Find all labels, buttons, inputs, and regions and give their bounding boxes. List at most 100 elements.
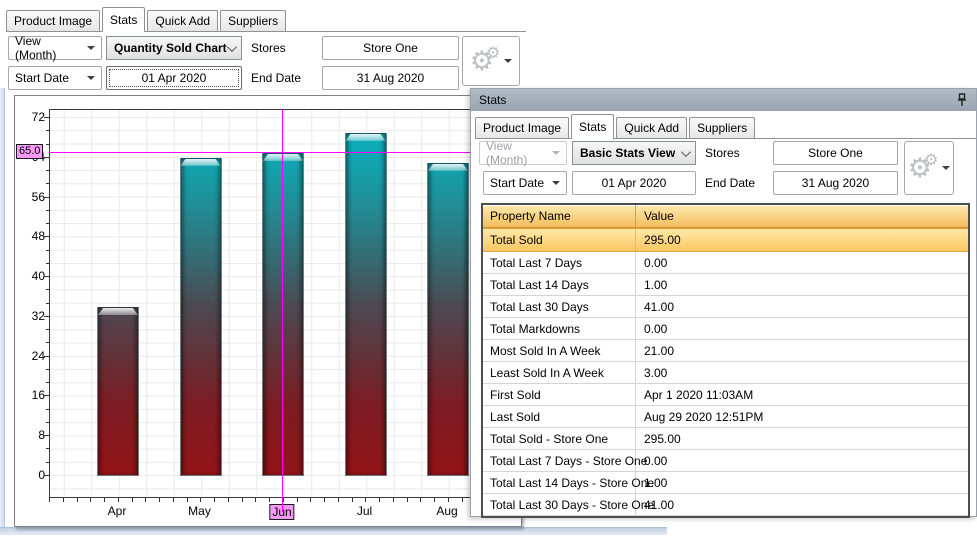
bar-jul[interactable]: [345, 133, 387, 476]
y-axis-minor-tick: [46, 250, 49, 251]
tab-label: Quick Add: [155, 14, 210, 28]
end-date-label: End Date: [251, 66, 301, 90]
tab-product-image[interactable]: Product Image: [475, 117, 569, 138]
x-axis-tick: [159, 498, 160, 502]
chart-plot-area[interactable]: [49, 109, 506, 498]
table-row[interactable]: First SoldApr 1 2020 11:03AM: [483, 384, 968, 406]
x-axis-tick: [365, 498, 366, 502]
bar-may[interactable]: [180, 158, 222, 476]
y-axis-label: 56: [15, 190, 45, 204]
table-row[interactable]: Total Last 30 Days - Store One41.00: [483, 494, 968, 516]
store-one-button[interactable]: Store One: [773, 141, 898, 165]
end-date-button[interactable]: 31 Aug 2020: [322, 66, 459, 90]
store-one-button[interactable]: Store One: [322, 36, 459, 60]
dropdown-arrow-icon: [552, 181, 560, 185]
main-tab-strip: Product Image Stats Quick Add Suppliers: [6, 6, 526, 32]
x-axis-label-apr: Apr: [108, 504, 127, 518]
x-axis-tick: [448, 498, 449, 502]
table-row[interactable]: Total Last 7 Days - Store One0.00: [483, 450, 968, 472]
table-row[interactable]: Last SoldAug 29 2020 12:51PM: [483, 406, 968, 428]
table-row[interactable]: Total Sold295.00: [483, 228, 968, 252]
column-header-value[interactable]: Value: [636, 205, 968, 227]
y-axis-minor-tick: [46, 448, 49, 449]
y-axis-minor-tick: [46, 329, 49, 330]
y-axis-minor-tick: [46, 210, 49, 211]
property-name-cell: Last Sold: [483, 406, 636, 427]
value-cell: 0.00: [636, 252, 968, 273]
property-name-cell: Total Last 7 Days: [483, 252, 636, 273]
stats-table-header[interactable]: Property Name Value: [483, 205, 968, 228]
y-axis-minor-tick: [46, 263, 49, 264]
table-row[interactable]: Total Sold - Store One295.00: [483, 428, 968, 450]
table-row[interactable]: Total Last 14 Days - Store One1.00: [483, 472, 968, 494]
bar-apr[interactable]: [97, 307, 139, 476]
tab-label: Suppliers: [697, 121, 747, 135]
y-axis-label: 0: [15, 468, 45, 482]
value-cell: 1.00: [636, 472, 968, 493]
table-row[interactable]: Most Sold In A Week21.00: [483, 340, 968, 362]
stats-panel-title: Stats: [479, 93, 506, 107]
tab-suppliers[interactable]: Suppliers: [689, 117, 755, 138]
pin-icon[interactable]: [956, 93, 968, 107]
y-axis-minor-tick: [46, 183, 49, 184]
y-axis-minor-tick: [46, 409, 49, 410]
x-axis-tick: [200, 498, 201, 502]
start-date-label: Start Date: [490, 176, 544, 190]
stores-label: Stores: [251, 36, 286, 60]
x-axis-tick: [49, 498, 50, 502]
y-axis-tick: [44, 316, 49, 317]
start-date-dropdown[interactable]: Start Date: [8, 66, 102, 90]
x-axis-label-may: May: [188, 504, 211, 518]
bar-jun[interactable]: [262, 153, 304, 476]
tab-stats[interactable]: Stats: [102, 7, 145, 32]
end-date-button[interactable]: 31 Aug 2020: [773, 171, 898, 195]
bar-aug[interactable]: [427, 163, 469, 476]
start-date-button[interactable]: 01 Apr 2020: [106, 66, 242, 90]
x-axis-tick: [63, 498, 64, 502]
table-row[interactable]: Total Markdowns0.00: [483, 318, 968, 340]
property-name-cell: Total Sold - Store One: [483, 428, 636, 449]
quantity-sold-chart-panel: 081624324048566472AprMayJunJulAug65.0: [14, 95, 522, 527]
chart-type-select[interactable]: Quantity Sold Chart: [106, 36, 242, 60]
stats-view-select[interactable]: Basic Stats View: [572, 141, 696, 165]
y-axis-tick: [44, 475, 49, 476]
tab-stats[interactable]: Stats: [571, 114, 614, 139]
tab-suppliers[interactable]: Suppliers: [220, 10, 286, 31]
column-header-property-name[interactable]: Property Name: [483, 205, 636, 227]
x-axis-tick: [242, 498, 243, 502]
value-cell: 295.00: [636, 428, 968, 449]
tab-quick-add[interactable]: Quick Add: [616, 117, 687, 138]
end-date-value: 31 Aug 2020: [357, 71, 424, 85]
y-axis-label: 72: [15, 110, 45, 124]
y-axis-tick: [44, 276, 49, 277]
x-axis-tick: [269, 498, 270, 502]
y-axis-minor-tick: [46, 382, 49, 383]
x-axis-tick: [90, 498, 91, 502]
stats-tab-strip: Product Image Stats Quick Add Suppliers: [475, 113, 976, 139]
window-bottom-edge[interactable]: [0, 527, 667, 535]
table-row[interactable]: Total Last 7 Days0.00: [483, 252, 968, 274]
property-name-cell: Total Last 14 Days - Store One: [483, 472, 636, 493]
value-cell: 41.00: [636, 296, 968, 317]
start-date-dropdown[interactable]: Start Date: [483, 171, 567, 195]
table-row[interactable]: Total Last 14 Days1.00: [483, 274, 968, 296]
window-left-edge[interactable]: [0, 88, 5, 535]
table-row[interactable]: Total Last 30 Days41.00: [483, 296, 968, 318]
tab-label: Suppliers: [228, 14, 278, 28]
y-axis-tick: [44, 117, 49, 118]
dropdown-arrow-icon: [87, 76, 95, 80]
tab-label: Stats: [579, 120, 606, 134]
start-date-button[interactable]: 01 Apr 2020: [572, 171, 696, 195]
value-cell: 1.00: [636, 274, 968, 295]
settings-gear-button[interactable]: ⚙⚙: [462, 36, 520, 86]
x-axis-label-aug: Aug: [436, 504, 457, 518]
tab-product-image[interactable]: Product Image: [6, 10, 100, 31]
view-month-label: View (Month): [15, 34, 81, 62]
view-month-dropdown[interactable]: View (Month): [8, 36, 102, 60]
table-row[interactable]: Least Sold In A Week3.00: [483, 362, 968, 384]
y-axis-label: 48: [15, 229, 45, 243]
stats-panel-title-bar[interactable]: Stats: [471, 89, 976, 111]
y-axis-minor-tick: [46, 422, 49, 423]
settings-gear-button[interactable]: ⚙⚙: [904, 141, 954, 195]
tab-quick-add[interactable]: Quick Add: [147, 10, 218, 31]
